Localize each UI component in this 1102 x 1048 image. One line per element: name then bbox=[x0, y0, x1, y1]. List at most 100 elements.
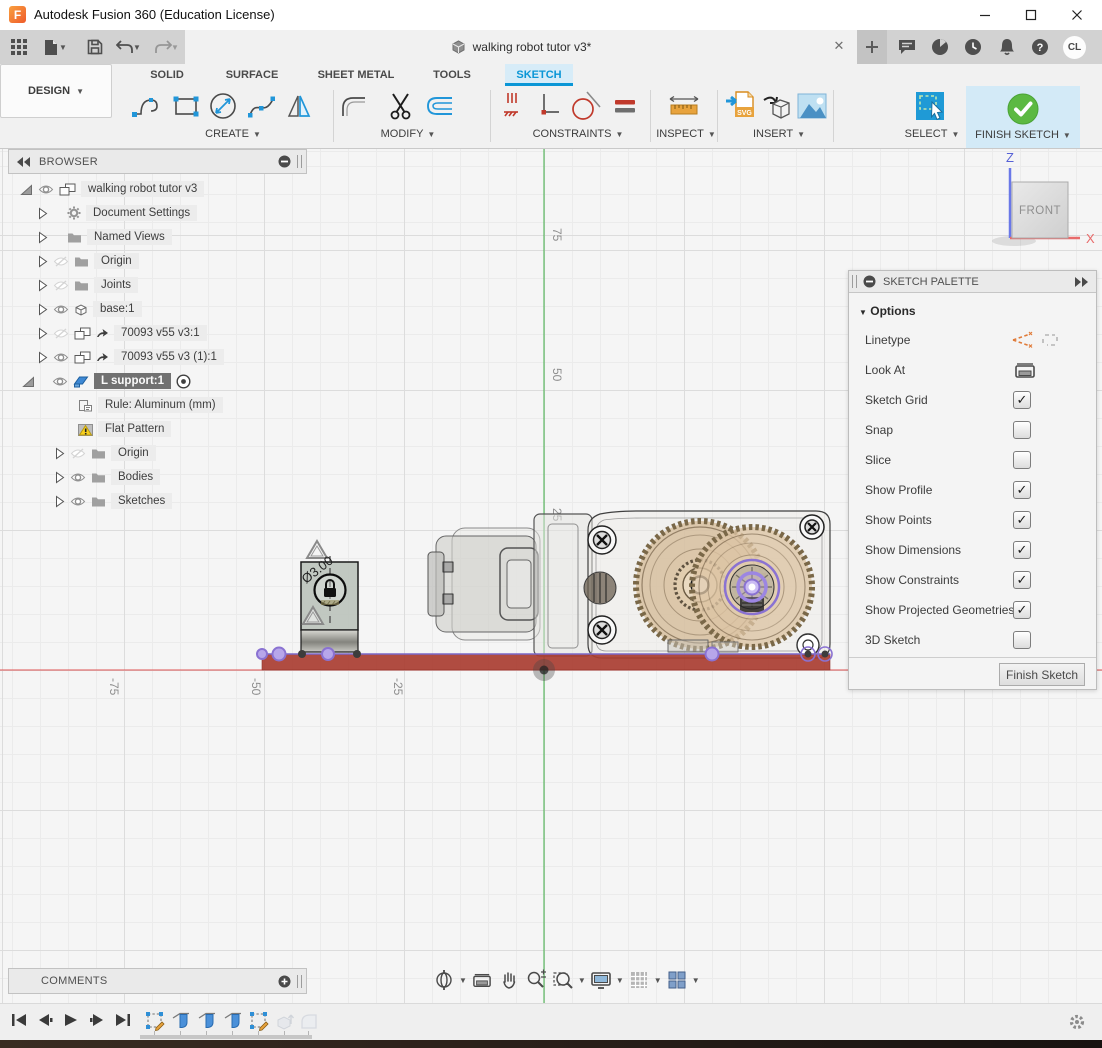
inspect-group-label[interactable]: INSPECT▼ bbox=[656, 128, 716, 140]
slice-checkbox[interactable] bbox=[1013, 451, 1031, 469]
tree-item-label[interactable]: Document Settings bbox=[86, 205, 197, 221]
tree-item-label[interactable]: walking robot tutor v3 bbox=[81, 181, 204, 197]
panel-minus-icon[interactable] bbox=[278, 155, 291, 168]
collapse-arrow-icon[interactable] bbox=[38, 279, 48, 292]
expand-triangle-icon[interactable] bbox=[20, 183, 33, 196]
caret-down-icon[interactable]: ▼ bbox=[616, 976, 624, 985]
snap-checkbox[interactable] bbox=[1013, 421, 1031, 439]
insert-derive-icon[interactable] bbox=[759, 88, 795, 124]
collapse-arrow-icon[interactable] bbox=[55, 471, 65, 484]
insert-svg-icon[interactable]: SVG bbox=[722, 88, 758, 124]
panel-grip[interactable] bbox=[852, 275, 857, 288]
constraint-perpendicular-icon[interactable] bbox=[529, 88, 565, 124]
collapse-arrow-icon[interactable] bbox=[38, 231, 48, 244]
tree-row-base[interactable]: base:1 bbox=[38, 299, 142, 319]
3d-sketch-checkbox[interactable] bbox=[1013, 631, 1031, 649]
tree-row-document-settings[interactable]: Document Settings bbox=[38, 203, 197, 223]
workspace-selector[interactable]: DESIGN▼ bbox=[0, 64, 112, 118]
tab-surface[interactable]: SURFACE bbox=[210, 64, 294, 86]
display-settings-icon[interactable] bbox=[589, 968, 613, 992]
create-spline-icon[interactable] bbox=[244, 88, 280, 124]
look-at-icon[interactable] bbox=[470, 968, 494, 992]
collapse-arrow-icon[interactable] bbox=[38, 303, 48, 316]
tree-row-bodies[interactable]: Bodies bbox=[55, 467, 160, 487]
constraint-equal-icon[interactable] bbox=[607, 88, 643, 124]
visibility-eye-icon[interactable] bbox=[70, 472, 86, 483]
tree-item-label[interactable]: Joints bbox=[94, 277, 138, 293]
save-icon[interactable] bbox=[84, 37, 106, 57]
zoom-window-icon[interactable] bbox=[551, 968, 575, 992]
comments-bar[interactable]: COMMENTS bbox=[8, 968, 307, 994]
modify-group-label[interactable]: MODIFY▼ bbox=[381, 128, 436, 140]
visibility-eye-icon[interactable] bbox=[53, 304, 69, 315]
tab-tools[interactable]: TOOLS bbox=[418, 64, 486, 86]
tree-row-rule[interactable]: Rule: Aluminum (mm) bbox=[78, 395, 223, 415]
tree-item-label[interactable]: Rule: Aluminum (mm) bbox=[98, 397, 223, 413]
tree-row-root[interactable]: walking robot tutor v3 bbox=[20, 179, 204, 199]
tree-row-70093-1[interactable]: 70093 v55 v3:1 bbox=[38, 323, 207, 343]
show-profile-checkbox[interactable]: ✓ bbox=[1013, 481, 1031, 499]
window-close-button[interactable] bbox=[1055, 0, 1099, 29]
create-mirror-icon[interactable] bbox=[281, 88, 317, 124]
collapse-arrow-icon[interactable] bbox=[38, 351, 48, 364]
visibility-off-icon[interactable] bbox=[53, 280, 69, 291]
visibility-off-icon[interactable] bbox=[70, 448, 86, 459]
create-arc-icon[interactable] bbox=[128, 88, 164, 124]
panel-grip[interactable] bbox=[297, 155, 302, 168]
timeline-step-back-button[interactable] bbox=[34, 1010, 56, 1030]
orbit-icon[interactable] bbox=[432, 968, 456, 992]
user-avatar[interactable]: CL bbox=[1063, 36, 1086, 59]
select-icon[interactable] bbox=[912, 88, 948, 124]
modify-trim-icon[interactable] bbox=[383, 88, 419, 124]
centerline-linetype-icon[interactable] bbox=[1041, 331, 1061, 349]
select-group-label[interactable]: SELECT▼ bbox=[905, 128, 960, 140]
notifications-bell-icon[interactable] bbox=[995, 36, 1019, 58]
visibility-off-icon[interactable] bbox=[53, 256, 69, 267]
collapse-arrow-icon[interactable] bbox=[55, 495, 65, 508]
tree-item-label[interactable]: Named Views bbox=[87, 229, 172, 245]
origin-point[interactable] bbox=[533, 659, 555, 681]
modify-offset-icon[interactable] bbox=[422, 88, 458, 124]
insert-group-label[interactable]: INSERT▼ bbox=[753, 128, 805, 140]
app-grid-icon[interactable] bbox=[8, 37, 30, 57]
constraints-group-label[interactable]: CONSTRAINTS▼ bbox=[533, 128, 624, 140]
timeline-feature-flange[interactable] bbox=[196, 1011, 218, 1031]
add-comment-icon[interactable] bbox=[278, 975, 291, 988]
visibility-off-icon[interactable] bbox=[53, 328, 69, 339]
collapse-arrow-icon[interactable] bbox=[55, 447, 65, 460]
tree-item-label[interactable]: Origin bbox=[111, 445, 156, 461]
options-section-header[interactable]: ▼ Options bbox=[849, 301, 1096, 321]
tab-sheet-metal[interactable]: SHEET METAL bbox=[305, 64, 407, 86]
show-dimensions-checkbox[interactable]: ✓ bbox=[1013, 541, 1031, 559]
panel-minus-icon[interactable] bbox=[863, 275, 876, 288]
expand-triangle-icon[interactable] bbox=[22, 375, 35, 388]
pan-hand-icon[interactable] bbox=[497, 968, 521, 992]
constraint-tangent-icon[interactable] bbox=[567, 88, 603, 124]
file-menu-caret[interactable]: ▼ bbox=[58, 37, 68, 57]
window-maximize-button[interactable] bbox=[1009, 0, 1053, 29]
tree-row-sketches[interactable]: Sketches bbox=[55, 491, 172, 511]
tab-sketch[interactable]: SKETCH bbox=[505, 64, 573, 86]
l-bracket-part[interactable]: Ø3.00 bbox=[299, 541, 358, 652]
insert-canvas-icon[interactable] bbox=[794, 88, 830, 124]
view-cube[interactable]: FRONT Z X bbox=[992, 150, 1095, 246]
tree-item-label[interactable]: Bodies bbox=[111, 469, 160, 485]
collapse-left-icon[interactable] bbox=[17, 157, 31, 167]
construction-linetype-icon[interactable] bbox=[1011, 331, 1033, 349]
tree-row-70093-2[interactable]: 70093 v55 v3 (1):1 bbox=[38, 347, 224, 367]
visibility-eye-icon[interactable] bbox=[52, 376, 68, 387]
tree-row-origin[interactable]: Origin bbox=[38, 251, 139, 271]
caret-down-icon[interactable]: ▼ bbox=[654, 976, 662, 985]
browser-panel-header[interactable]: BROWSER bbox=[8, 149, 307, 174]
collapse-arrow-icon[interactable] bbox=[38, 327, 48, 340]
collapse-arrow-icon[interactable] bbox=[38, 255, 48, 268]
tree-row-joints[interactable]: Joints bbox=[38, 275, 138, 295]
timeline-feature-sketch[interactable] bbox=[248, 1011, 270, 1031]
visibility-eye-icon[interactable] bbox=[70, 496, 86, 507]
tree-row-named-views[interactable]: Named Views bbox=[38, 227, 172, 247]
tree-item-label[interactable]: 70093 v55 v3:1 bbox=[114, 325, 207, 341]
document-tab-close-icon[interactable]: ✕ bbox=[831, 38, 847, 54]
redo-caret[interactable]: ▼ bbox=[170, 37, 180, 57]
job-status-icon[interactable] bbox=[928, 36, 952, 58]
document-tab[interactable]: walking robot tutor v3* ✕ bbox=[185, 30, 857, 64]
